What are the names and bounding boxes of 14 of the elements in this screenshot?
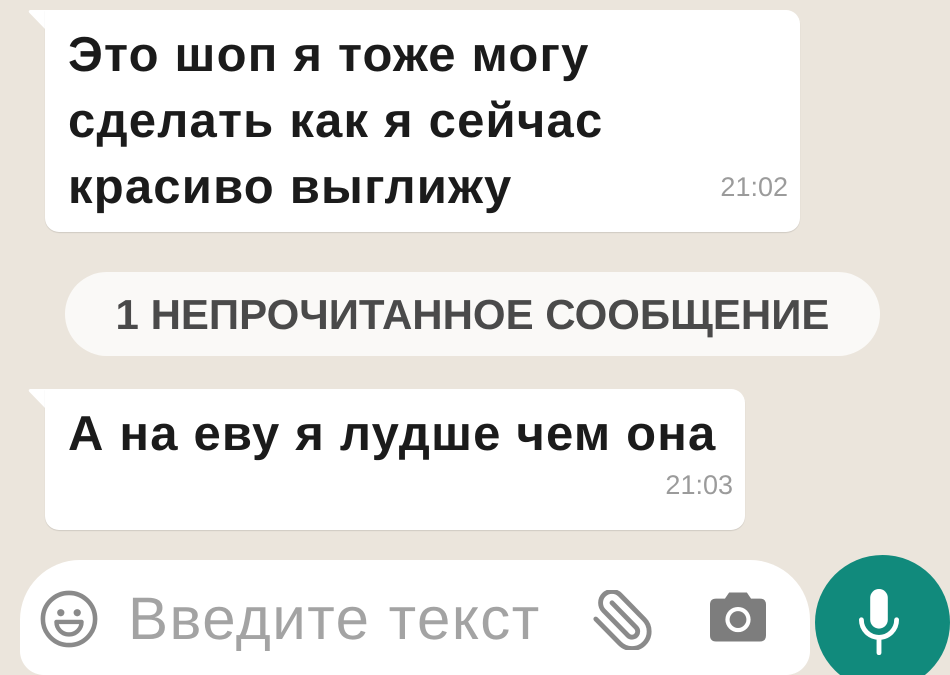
message-time: 21:02 xyxy=(719,171,788,204)
message-text: А на еву я лудше чем она xyxy=(68,406,717,463)
camera-button[interactable] xyxy=(710,592,766,642)
message-input[interactable]: Введите текст xyxy=(128,586,578,652)
microphone-icon xyxy=(856,589,900,655)
message-input-field[interactable]: Введите текст xyxy=(20,560,810,675)
paperclip-icon xyxy=(592,590,652,650)
unread-messages-label: 1 НЕПРОЧИТАННОЕ СООБЩЕНИЕ xyxy=(116,290,830,340)
message-time: 21:03 xyxy=(664,469,733,502)
attach-button[interactable] xyxy=(592,590,652,650)
smiley-icon xyxy=(40,590,98,648)
message-text: Это шоп я тоже могу сделать как я сейчас красиво выглижу xyxy=(68,27,604,216)
camera-icon xyxy=(710,592,766,642)
emoji-button[interactable] xyxy=(40,590,98,648)
